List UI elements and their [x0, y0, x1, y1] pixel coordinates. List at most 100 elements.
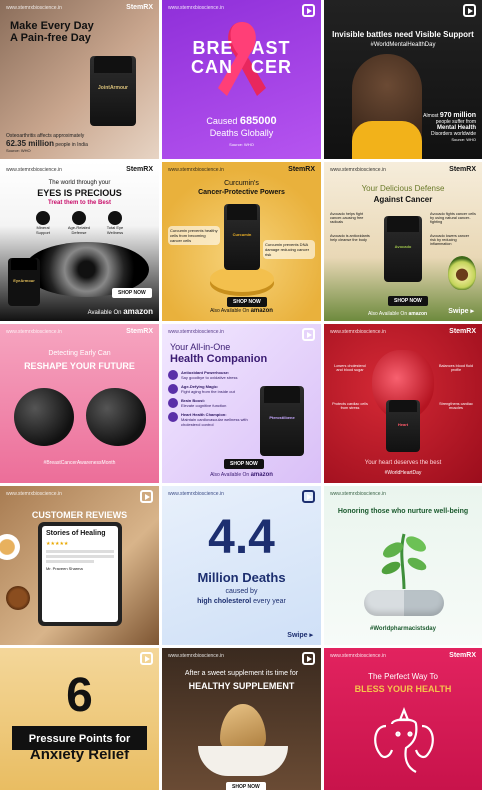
- post-tile-cholesterol-deaths[interactable]: www.stemrxbioscience.in 4.4 Million Deat…: [162, 486, 321, 645]
- site-url: www.stemrxbioscience.in: [6, 167, 62, 173]
- brain-icon: [168, 398, 178, 408]
- bowl-image: [198, 746, 288, 776]
- hourglass-icon: [168, 384, 178, 394]
- product-name: Avocado: [394, 243, 412, 249]
- benefit-2: Avocado fights cancer cells by using nat…: [430, 212, 476, 224]
- post-tile-curcumin[interactable]: www.stemrxbioscience.in StemRX Curcumin'…: [162, 162, 321, 321]
- swipe-indicator[interactable]: Swipe ▸: [287, 631, 313, 639]
- line2: Anxiety Relief: [29, 746, 130, 763]
- post-tile-healthy-supplement[interactable]: www.stemrxbioscience.in After a sweet su…: [162, 648, 321, 790]
- brand-logo: StemRX: [449, 166, 476, 173]
- site-url: www.stemrxbioscience.in: [168, 167, 224, 173]
- stat-suffix: people in India: [55, 142, 88, 148]
- cracked-sphere-image: [86, 388, 146, 446]
- big-number: 4.4: [208, 511, 275, 564]
- point-text: Elevate cognitive function: [181, 403, 227, 408]
- post-tile-bless-health[interactable]: www.stemrxbioscience.in StemRX The Perfe…: [324, 648, 482, 790]
- icon-label: Mineral Support: [35, 225, 50, 235]
- point-text: Fight aging from the inside out: [181, 389, 235, 394]
- shop-now-button[interactable]: SHOP NOW: [388, 296, 428, 306]
- product-jar: Curcumin: [224, 204, 260, 270]
- post-tile-mental-health[interactable]: Invisible battles need Visible Support #…: [324, 0, 482, 159]
- stat-value: 970 million: [439, 112, 476, 119]
- post-tile-pressure-points[interactable]: 6 Pressure Points for Anxiety Relief: [0, 648, 159, 790]
- reel-icon: [140, 490, 153, 503]
- post-tile-reshape-future[interactable]: www.stemrxbioscience.in StemRX Detecting…: [0, 324, 159, 483]
- benefit-3: Avocado is antioxidants help cleanse the…: [330, 234, 370, 242]
- tile-title-line1: Make Every Day: [10, 20, 94, 32]
- product-jar: EyeArmour: [8, 258, 40, 306]
- benefit-4: Strengthens cardiac muscles: [439, 402, 473, 410]
- site-url: www.stemrxbioscience.in: [330, 167, 386, 173]
- product-jar: Pterostilbene: [260, 386, 304, 456]
- coffee-cup: [0, 534, 20, 560]
- stat-value: 62.35 million: [6, 139, 55, 148]
- eye-icon: [108, 211, 122, 225]
- line1: Pressure Points for: [28, 733, 131, 745]
- line1: Million Deaths: [197, 570, 286, 585]
- swipe-label: Swipe: [287, 632, 308, 639]
- reviewer-name: Mr. Praveen Sharma: [46, 566, 83, 571]
- reel-icon: [302, 490, 315, 503]
- capsule-image: [364, 590, 444, 616]
- note-left: Curcumin prevents healthy cells from bec…: [168, 226, 220, 245]
- hashtag: #BreastCancerAwarenessMonth: [43, 460, 116, 466]
- word-right: AST: [251, 38, 291, 58]
- available-label: Also Available On: [368, 311, 408, 317]
- death-number: 685000: [239, 115, 277, 127]
- line2: caused by: [225, 588, 258, 595]
- product-name: Heart: [397, 421, 409, 427]
- reel-icon: [302, 4, 315, 17]
- post-tile-joint-armour[interactable]: www.stemrxbioscience.in StemRX Make Ever…: [0, 0, 159, 159]
- benefit-1: Lowers cholesterol and blood sugar: [334, 364, 366, 372]
- site-url: www.stemrxbioscience.in: [168, 491, 224, 497]
- line2: BLESS YOUR HEALTH: [354, 684, 452, 694]
- tile-heading: CUSTOMER REVIEWS: [31, 510, 128, 520]
- amazon-logo: amazon: [250, 308, 273, 314]
- mineral-icon: [36, 211, 50, 225]
- product-name: JointArmour: [98, 85, 128, 92]
- post-grid: www.stemrxbioscience.in StemRX Make Ever…: [0, 0, 482, 790]
- card-title: Stories of Healing: [46, 530, 106, 537]
- benefit-1: Avocado helps fight cancer-causing free …: [330, 212, 364, 224]
- post-tile-avocado[interactable]: www.stemrxbioscience.in StemRX Your Deli…: [324, 162, 482, 321]
- shop-now-button[interactable]: SHOP NOW: [226, 782, 266, 790]
- tablet: Stories of Healing ★★★★★ Mr. Praveen Sha…: [38, 522, 122, 626]
- line2: Health Companion: [170, 353, 268, 365]
- post-tile-pterostilbene[interactable]: www.stemrxbioscience.in Your All-in-One …: [162, 324, 321, 483]
- review-stars: ★★★★★: [46, 541, 69, 547]
- shop-now-button[interactable]: SHOP NOW: [227, 297, 267, 307]
- post-tile-customer-reviews[interactable]: www.stemrxbioscience.in CUSTOMER REVIEWS…: [0, 486, 159, 645]
- swipe-indicator[interactable]: Swipe ▸: [448, 307, 474, 315]
- site-url: www.stemrxbioscience.in: [6, 5, 62, 11]
- woman-portrait: [352, 54, 422, 159]
- post-tile-breast-cancer[interactable]: www.stemrxbioscience.in BRE AST CAN CER Ca…: [162, 0, 321, 159]
- brand-logo: StemRX: [126, 4, 153, 11]
- shop-now-button[interactable]: SHOP NOW: [224, 459, 264, 469]
- product-jar: JointArmour: [90, 56, 136, 126]
- line4: every year: [253, 598, 286, 605]
- product-name: EyeArmour: [13, 278, 35, 284]
- shop-now-button[interactable]: SHOP NOW: [112, 288, 152, 298]
- point-text: Say goodbye to oxidative stress: [181, 375, 238, 380]
- post-tile-eye-armour[interactable]: www.stemrxbioscience.in StemRX The world…: [0, 162, 159, 321]
- ganesha-outline-icon: [374, 707, 434, 773]
- line2: Cancer-Protective Powers: [198, 189, 285, 196]
- amazon-logo: amazon: [408, 311, 428, 317]
- source: Source: WHO: [451, 137, 476, 142]
- product-name: Pterostilbene: [269, 415, 295, 421]
- plant-sprout-icon: [381, 533, 427, 590]
- amazon-logo: amazon: [123, 307, 153, 316]
- site-url: www.stemrxbioscience.in: [168, 653, 224, 659]
- line1: Your Delicious Defense: [361, 184, 445, 193]
- deaths-label: Deaths Globally: [209, 128, 274, 138]
- brand-logo: StemRX: [126, 166, 153, 173]
- post-tile-heart-day[interactable]: www.stemrxbioscience.in StemRX Lowers ch…: [324, 324, 482, 483]
- post-tile-pharmacist-day[interactable]: www.stemrxbioscience.in Honoring those w…: [324, 486, 482, 645]
- available-label: Also Available On: [210, 472, 250, 478]
- line2: Against Cancer: [373, 195, 433, 204]
- note-right: Curcumin prevents DNA damage reducing ca…: [263, 240, 315, 259]
- reel-icon: [463, 4, 476, 17]
- tile-heading: Invisible battles need Visible Support: [332, 30, 474, 39]
- site-url: www.stemrxbioscience.in: [168, 5, 224, 11]
